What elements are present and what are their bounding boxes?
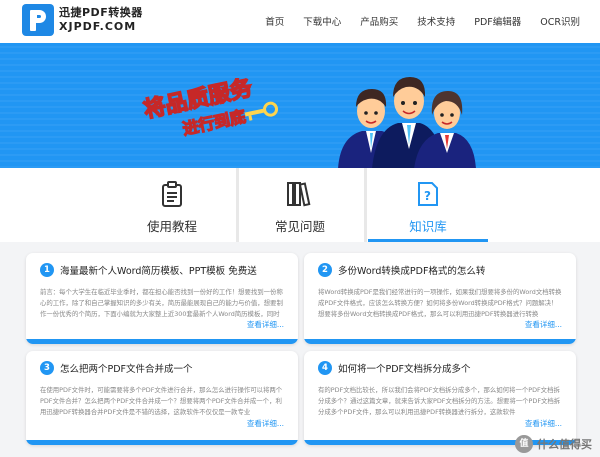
card-excerpt: 在使用PDF文件时，可能需要将多个PDF文件进行合并，那么怎么进行操作可以将两个… (40, 386, 283, 416)
smzdm-watermark: 值 什么值得买 (515, 435, 592, 453)
tab-tutorial-label: 使用教程 (146, 219, 197, 234)
view-details-link[interactable]: 查看详细... (247, 418, 284, 429)
view-details-link[interactable]: 查看详细... (247, 319, 284, 330)
nav-ocr[interactable]: OCR识别 (540, 14, 580, 28)
card-accent-bar (304, 339, 576, 344)
nav-purchase[interactable]: 产品购买 (360, 14, 398, 28)
article-card[interactable]: 1 海量最新个人Word简历模板、PPT模板 免费送 前言：每个大学生在临近毕业… (26, 253, 298, 344)
site-logo[interactable]: 迅捷PDF转换器 XJPDF.COM (22, 4, 143, 36)
view-details-link[interactable]: 查看详细... (525, 319, 562, 330)
hero-banner: 将品质服务 进行到底 (0, 43, 600, 168)
nav-support[interactable]: 技术支持 (417, 14, 455, 28)
tab-faq-label: 常见问题 (274, 219, 325, 234)
logo-p-icon (22, 4, 54, 36)
key-icon (244, 101, 279, 121)
article-card[interactable]: 4 如何将一个PDF文档拆分成多个 有的PDF文档比较长，所以我们会将PDF文档… (304, 351, 576, 445)
card-accent-bar (26, 440, 298, 445)
card-title[interactable]: 怎么把两个PDF文件合并成一个 (60, 361, 193, 375)
card-excerpt: 将Word转换成PDF是我们经常进行的一项操作，如果我们想要将多份的Word文档… (318, 288, 562, 318)
main-nav: 首页 下载中心 产品购买 技术支持 PDF编辑器 OCR识别 (246, 14, 580, 28)
customer-service-team-illustration (338, 77, 476, 168)
watermark-icon: 值 (515, 435, 533, 453)
card-number-badge: 4 (318, 361, 332, 375)
card-accent-bar (26, 339, 298, 344)
tab-divider (364, 168, 367, 242)
card-number-badge: 1 (40, 263, 54, 277)
card-title[interactable]: 海量最新个人Word简历模板、PPT模板 免费送 (60, 263, 257, 277)
card-number-badge: 3 (40, 361, 54, 375)
nav-pdf-editor[interactable]: PDF编辑器 (474, 14, 521, 28)
clipboard-icon (161, 181, 183, 211)
nav-home[interactable]: 首页 (265, 14, 284, 28)
category-tabs: 使用教程 常见问题 ? 知识库 (0, 168, 600, 242)
site-header: 迅捷PDF转换器 XJPDF.COM 首页 下载中心 产品购买 技术支持 PDF… (0, 0, 600, 43)
brand-name: 迅捷PDF转换器 (59, 6, 143, 19)
slogan-graphic: 将品质服务 进行到底 (141, 74, 279, 139)
books-icon (286, 181, 314, 211)
tab-knowledge-base-label: 知识库 (409, 219, 447, 234)
card-title[interactable]: 如何将一个PDF文档拆分成多个 (338, 361, 471, 375)
article-card[interactable]: 2 多份Word转换成PDF格式的怎么转 将Word转换成PDF是我们经常进行的… (304, 253, 576, 344)
tab-divider (236, 168, 239, 242)
tab-knowledge-base[interactable]: ? 知识库 (368, 168, 488, 242)
card-excerpt: 有的PDF文档比较长，所以我们会将PDF文档拆分成多个，那么如何将一个PDF文档… (318, 386, 561, 416)
watermark-text: 什么值得买 (537, 438, 592, 451)
brand-domain: XJPDF.COM (59, 20, 137, 33)
question-doc-icon: ? (416, 181, 440, 211)
article-card[interactable]: 3 怎么把两个PDF文件合并成一个 在使用PDF文件时，可能需要将多个PDF文件… (26, 351, 298, 445)
tab-tutorial[interactable]: 使用教程 (112, 168, 232, 242)
view-details-link[interactable]: 查看详细... (525, 418, 562, 429)
card-title[interactable]: 多份Word转换成PDF格式的怎么转 (338, 263, 485, 277)
svg-text:?: ? (424, 189, 431, 203)
card-excerpt: 前言：每个大学生在临近毕业季时，都在担心能否找到一份好的工作！想要找到一份称心的… (40, 288, 283, 318)
tab-faq[interactable]: 常见问题 (240, 168, 360, 242)
card-number-badge: 2 (318, 263, 332, 277)
nav-download[interactable]: 下载中心 (303, 14, 341, 28)
